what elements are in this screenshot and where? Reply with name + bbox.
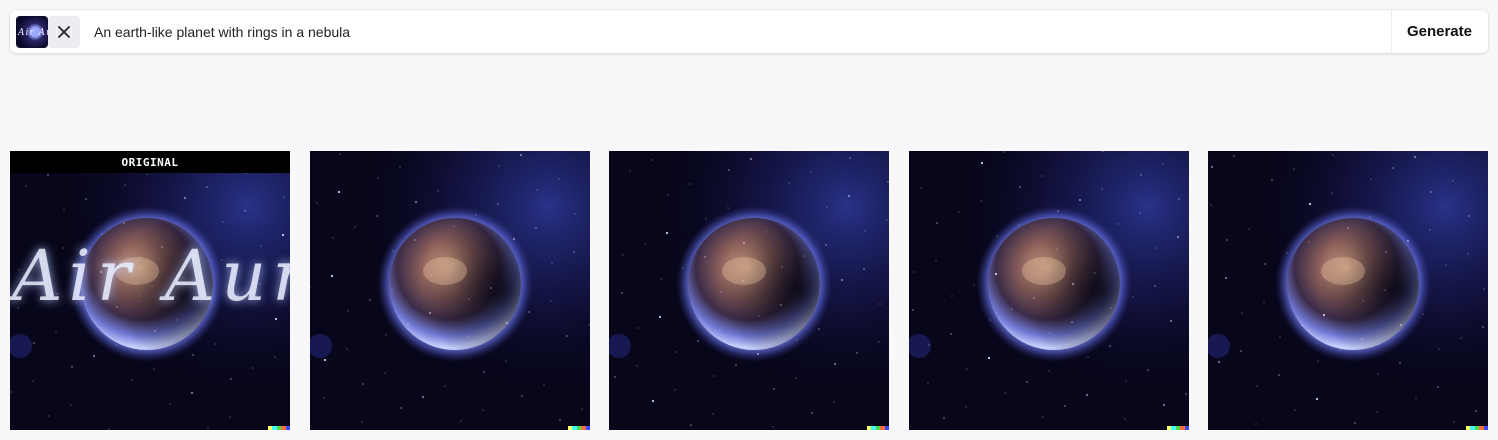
space-image bbox=[609, 151, 889, 430]
watermark bbox=[1167, 426, 1189, 430]
image-tile-variation-3[interactable] bbox=[909, 151, 1189, 430]
watermark bbox=[1466, 426, 1488, 430]
prompt-input[interactable]: An earth-like planet with rings in a neb… bbox=[94, 24, 1391, 40]
image-tile-variation-2[interactable] bbox=[609, 151, 889, 430]
space-image bbox=[909, 151, 1189, 430]
original-label: ORIGINAL bbox=[10, 151, 290, 173]
image-overlay-text: Air Aura bbox=[12, 235, 290, 317]
image-tile-variation-4[interactable] bbox=[1208, 151, 1488, 430]
close-icon bbox=[58, 25, 70, 38]
space-image bbox=[310, 151, 590, 430]
space-image bbox=[1208, 151, 1488, 430]
image-tile-variation-1[interactable] bbox=[310, 151, 590, 430]
image-gallery: ORIGINAL Air Aura bbox=[10, 151, 1488, 430]
image-tile-original[interactable]: ORIGINAL Air Aura bbox=[10, 151, 290, 430]
watermark bbox=[867, 426, 889, 430]
generate-button[interactable]: Generate bbox=[1390, 10, 1488, 53]
watermark bbox=[568, 426, 590, 430]
source-image-thumbnail[interactable]: Air Aura bbox=[16, 15, 48, 48]
watermark bbox=[268, 426, 290, 430]
thumbnail-text: Air Aura bbox=[18, 27, 48, 38]
close-button[interactable] bbox=[48, 15, 80, 48]
prompt-bar: Air Aura An earth-like planet with rings… bbox=[10, 10, 1488, 53]
